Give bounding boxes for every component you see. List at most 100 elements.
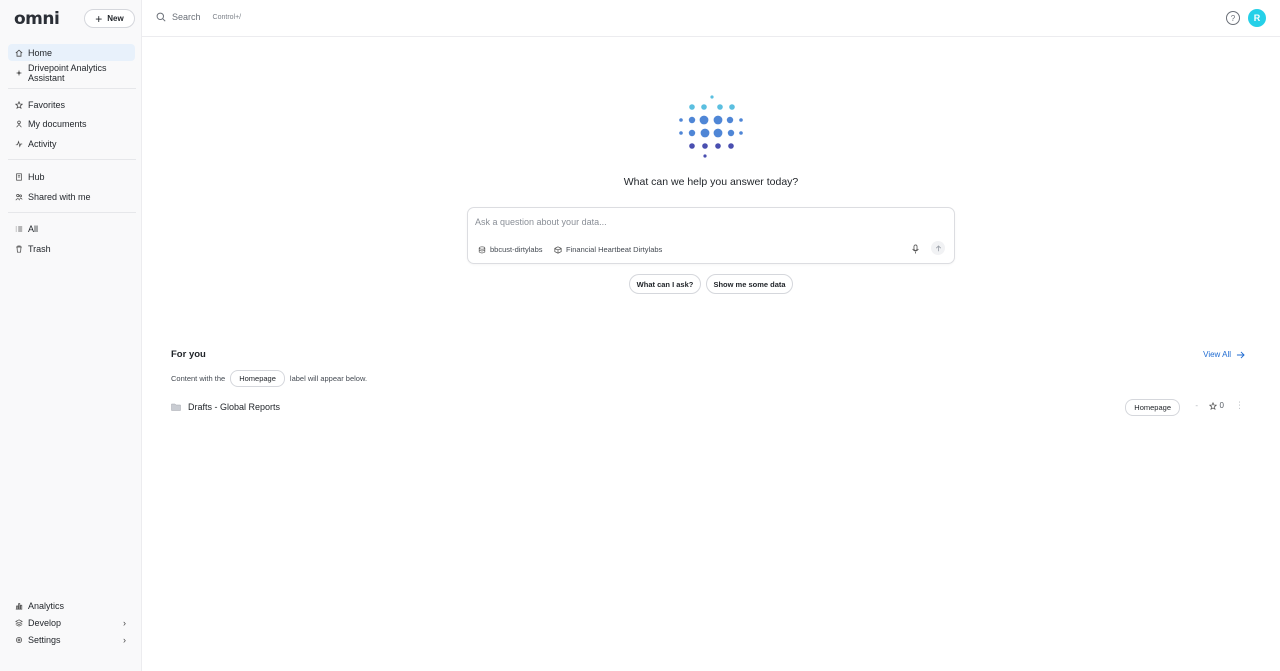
sidebar-item-settings[interactable]: Settings › <box>8 632 135 648</box>
sidebar-item-activity[interactable]: Activity <box>8 136 135 152</box>
sidebar-item-label: Analytics <box>28 601 65 611</box>
book-icon <box>15 173 23 181</box>
logo-dot <box>688 116 696 124</box>
sidebar-divider <box>8 212 136 213</box>
logo-dot <box>689 143 695 149</box>
home-icon <box>15 49 23 57</box>
chevron-right-icon: › <box>123 618 126 628</box>
activity-icon <box>15 140 23 148</box>
sidebar: omni + New Home Drivepoint Analytics Ass… <box>0 0 142 671</box>
avatar[interactable]: R <box>1248 9 1266 27</box>
model-name: Financial Heartbeat Dirtylabs <box>566 245 663 254</box>
logo-dot <box>679 131 683 135</box>
logo-dot <box>689 104 695 110</box>
search-shortcut: Control+/ <box>212 13 242 21</box>
new-button[interactable]: + New <box>84 9 135 28</box>
star-icon <box>15 101 23 109</box>
top-bar: Search Control+/ ? R <box>142 0 1280 37</box>
assistant-prompt: What can we help you answer today? <box>623 176 799 188</box>
note-after: label will appear below. <box>289 374 368 383</box>
new-button-label: New <box>107 14 124 23</box>
document-name[interactable]: Drafts - Global Reports <box>188 402 280 412</box>
sidebar-item-my-documents[interactable]: My documents <box>8 116 135 132</box>
cube-icon <box>554 245 562 254</box>
sidebar-item-label: Activity <box>28 139 57 149</box>
logo-dot <box>739 118 743 122</box>
sidebar-item-label: Settings <box>28 635 61 645</box>
more-options-icon[interactable]: ⋮ <box>1235 400 1244 411</box>
sidebar-divider <box>8 88 136 89</box>
homepage-tag[interactable]: Homepage <box>1125 399 1180 416</box>
assistant-dots-logo <box>679 95 743 158</box>
updated-value: - <box>1195 401 1198 410</box>
sidebar-item-favorites[interactable]: Favorites <box>8 97 135 113</box>
for-you-heading: For you <box>171 349 206 360</box>
trash-icon <box>15 245 23 253</box>
sidebar-item-label: My documents <box>28 119 87 129</box>
star-icon <box>1208 401 1217 410</box>
favorite-toggle[interactable]: 0 <box>1208 401 1224 410</box>
omni-logo[interactable]: omni <box>14 9 60 29</box>
sidebar-item-label: Trash <box>28 244 51 254</box>
homepage-tag: Homepage <box>230 370 285 387</box>
sidebar-item-all[interactable]: All <box>8 221 135 237</box>
sparkle-icon <box>15 69 23 77</box>
sidebar-item-label: Develop <box>28 618 62 628</box>
arrow-right-icon <box>1236 351 1245 358</box>
help-icon[interactable]: ? <box>1226 11 1240 25</box>
person-icon <box>15 120 23 128</box>
ask-input[interactable] <box>475 217 895 227</box>
folder-icon <box>171 403 181 411</box>
users-icon <box>15 193 23 201</box>
list-icon <box>15 225 23 233</box>
sidebar-item-home[interactable]: Home <box>8 44 135 61</box>
homepage-label-note: Content with the Homepage label will app… <box>171 370 367 387</box>
suggestion-show-me-some-data[interactable]: Show me some data <box>706 274 793 294</box>
logo-dot <box>739 131 743 135</box>
sidebar-divider <box>8 159 136 160</box>
model-selector[interactable]: Financial Heartbeat Dirtylabs <box>554 245 662 254</box>
microphone-icon[interactable] <box>910 243 921 254</box>
develop-icon <box>15 619 23 627</box>
logo-dot <box>703 154 707 158</box>
sidebar-item-develop[interactable]: Develop › <box>8 615 135 631</box>
logo-dot <box>702 143 708 149</box>
search-icon <box>156 12 166 22</box>
analytics-icon <box>15 602 23 610</box>
sidebar-item-label: Favorites <box>28 100 66 110</box>
sidebar-item-label: Drivepoint Analytics Assistant <box>28 62 107 83</box>
suggestion-what-can-i-ask[interactable]: What can I ask? <box>629 274 701 294</box>
logo-dot <box>710 95 714 99</box>
note-before: Content with the <box>171 374 226 383</box>
connection-selector[interactable]: bbcust-dirtylabs <box>478 245 543 254</box>
logo-dot <box>713 115 723 125</box>
list-item[interactable]: Drafts - Global Reports Homepage - 0 ⋮ <box>171 398 1246 416</box>
logo-dot <box>715 143 721 149</box>
search-box[interactable]: Search Control+/ <box>156 12 241 22</box>
send-button[interactable] <box>931 241 945 255</box>
logo-dot <box>700 128 710 138</box>
chevron-right-icon: › <box>123 635 126 645</box>
database-icon <box>478 245 486 253</box>
sidebar-item-hub[interactable]: Hub <box>8 169 135 185</box>
view-all-link[interactable]: View All <box>1203 350 1245 359</box>
sidebar-item-analytics[interactable]: Analytics <box>8 598 135 614</box>
ask-box: bbcust-dirtylabs Financial Heartbeat Dir… <box>467 207 955 264</box>
sidebar-item-trash[interactable]: Trash <box>8 241 135 257</box>
sidebar-item-assistant[interactable]: Drivepoint Analytics Assistant <box>8 61 135 84</box>
sidebar-item-label: Shared with me <box>28 192 91 202</box>
logo-dot <box>728 143 734 149</box>
logo-dot <box>699 115 709 125</box>
logo-dot <box>679 118 683 122</box>
logo-dot <box>717 104 723 110</box>
connection-name: bbcust-dirtylabs <box>490 245 543 254</box>
logo-dot <box>688 129 696 137</box>
sidebar-item-shared-with-me[interactable]: Shared with me <box>8 189 135 205</box>
logo-dot <box>727 129 735 137</box>
sidebar-item-label: Hub <box>28 172 45 182</box>
logo-dot <box>729 104 735 110</box>
logo-dot <box>726 116 734 124</box>
plus-icon: + <box>95 11 103 26</box>
search-label: Search <box>172 12 201 22</box>
sidebar-item-label: All <box>28 224 39 234</box>
